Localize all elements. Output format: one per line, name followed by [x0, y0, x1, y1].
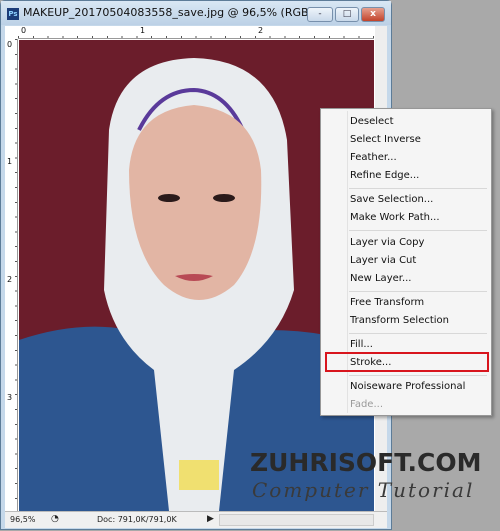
watermark-tagline: Computer Tutorial	[252, 478, 475, 502]
menu-item-new-layer[interactable]: New Layer...	[350, 273, 412, 284]
menu-item-save-selection[interactable]: Save Selection...	[350, 194, 433, 205]
menu-item-deselect[interactable]: Deselect	[350, 116, 394, 127]
menu-item-fade: Fade...	[350, 399, 383, 410]
ruler-label: 0	[21, 26, 27, 35]
status-menu-arrow-icon[interactable]: ▶	[207, 514, 214, 524]
menu-item-noiseware-professional[interactable]: Noiseware Professional	[350, 381, 465, 392]
menu-separator	[349, 230, 487, 231]
close-button[interactable]: x	[361, 7, 385, 22]
photoshop-icon: Ps	[7, 8, 19, 20]
menu-item-make-work-path[interactable]: Make Work Path...	[350, 212, 440, 223]
ruler-label: 2	[7, 275, 13, 284]
ruler-label: 2	[258, 26, 264, 35]
ruler-label: 1	[7, 157, 13, 166]
zoom-level[interactable]: 96,5%	[10, 515, 35, 524]
ruler-label: 1	[140, 26, 146, 35]
doc-size: Doc: 791,0K/791,0K	[97, 515, 177, 524]
menu-separator	[349, 291, 487, 292]
maximize-button[interactable]: □	[335, 7, 359, 22]
menu-item-stroke[interactable]: Stroke...	[350, 357, 391, 368]
menu-item-feather[interactable]: Feather...	[350, 152, 397, 163]
menu-item-fill[interactable]: Fill...	[350, 339, 373, 350]
menu-item-select-inverse[interactable]: Select Inverse	[350, 134, 421, 145]
title-bar[interactable]: Ps MAKEUP_20170504083558_save.jpg @ 96,5…	[1, 1, 391, 25]
ruler-label: 3	[7, 393, 13, 402]
watermark-brand: ZUHRISOFT.COM	[250, 448, 482, 477]
context-menu: Deselect Select Inverse Feather... Refin…	[320, 108, 492, 416]
minimize-button[interactable]: -	[307, 7, 333, 22]
menu-item-layer-via-cut[interactable]: Layer via Cut	[350, 255, 416, 266]
left-ruler: 0 1 2 3	[5, 39, 18, 511]
menu-item-refine-edge[interactable]: Refine Edge...	[350, 170, 419, 181]
top-ruler: 0 1 2	[18, 26, 374, 39]
menu-separator	[349, 375, 487, 376]
menu-separator	[349, 188, 487, 189]
menu-item-free-transform[interactable]: Free Transform	[350, 297, 424, 308]
status-bar: 96,5% ◔ Doc: 791,0K/791,0K ▶	[5, 511, 387, 528]
ruler-label: 0	[7, 40, 13, 49]
status-info-icon[interactable]: ◔	[51, 514, 59, 524]
menu-item-transform-selection[interactable]: Transform Selection	[350, 315, 449, 326]
horizontal-scrollbar[interactable]	[219, 514, 374, 526]
menu-item-layer-via-copy[interactable]: Layer via Copy	[350, 237, 424, 248]
menu-separator	[349, 333, 487, 334]
window-title: MAKEUP_20170504083558_save.jpg @ 96,5% (…	[23, 6, 333, 19]
watermark-computer-logo-icon	[169, 455, 224, 505]
